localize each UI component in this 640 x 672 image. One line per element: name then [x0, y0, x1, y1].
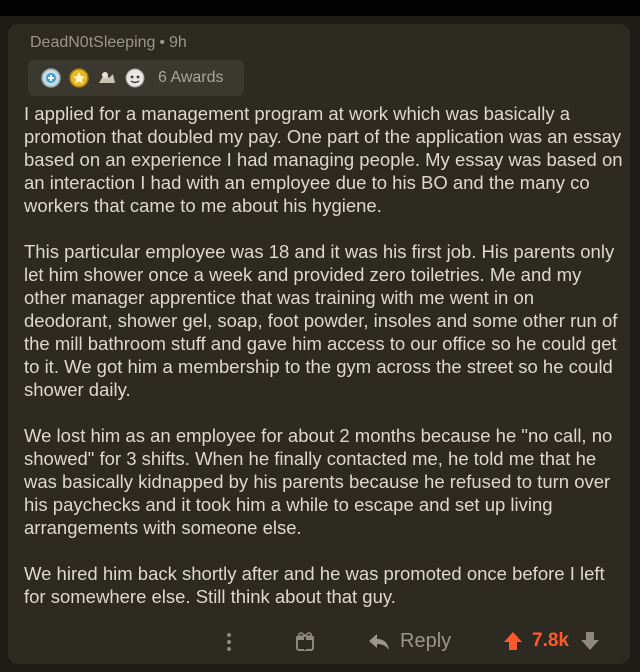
award-helpful-icon [40, 67, 62, 89]
comment-paragraph: I applied for a management program at wo… [24, 103, 623, 216]
comment-age: 9h [169, 34, 187, 51]
gift-icon[interactable] [294, 630, 316, 657]
comment-paragraph: We lost him as an employee for about 2 m… [24, 425, 613, 538]
comment-body: I applied for a management program at wo… [24, 102, 624, 631]
comment-card: DeadN0tSleeping • 9h 6 Awards I applied fo… [8, 24, 630, 664]
comment-meta: DeadN0tSleeping • 9h [30, 34, 187, 52]
award-wholesome-icon [96, 67, 118, 89]
more-options-icon[interactable] [226, 632, 232, 657]
award-hugz-icon [124, 67, 146, 89]
reply-arrow-icon [369, 633, 389, 650]
comment-paragraph: This particular employee was 18 and it w… [24, 241, 618, 400]
reply-label: Reply [400, 630, 452, 652]
awards-bar[interactable]: 6 Awards [28, 60, 244, 96]
top-bar [0, 0, 640, 16]
comment-paragraph: We hired him back shortly after and he w… [24, 563, 605, 607]
awards-count: 6 Awards [158, 69, 224, 86]
award-gold-icon [68, 67, 90, 89]
meta-separator: • [159, 34, 166, 51]
vote-score: 7.8k [532, 630, 569, 651]
reply-button[interactable]: Reply [368, 630, 451, 653]
author-name[interactable]: DeadN0tSleeping [30, 34, 155, 51]
downvote-icon[interactable] [579, 630, 601, 652]
comment-actions: Reply 7.8k [8, 622, 630, 662]
upvote-icon[interactable] [502, 630, 524, 652]
vote-controls: 7.8k [502, 630, 601, 652]
